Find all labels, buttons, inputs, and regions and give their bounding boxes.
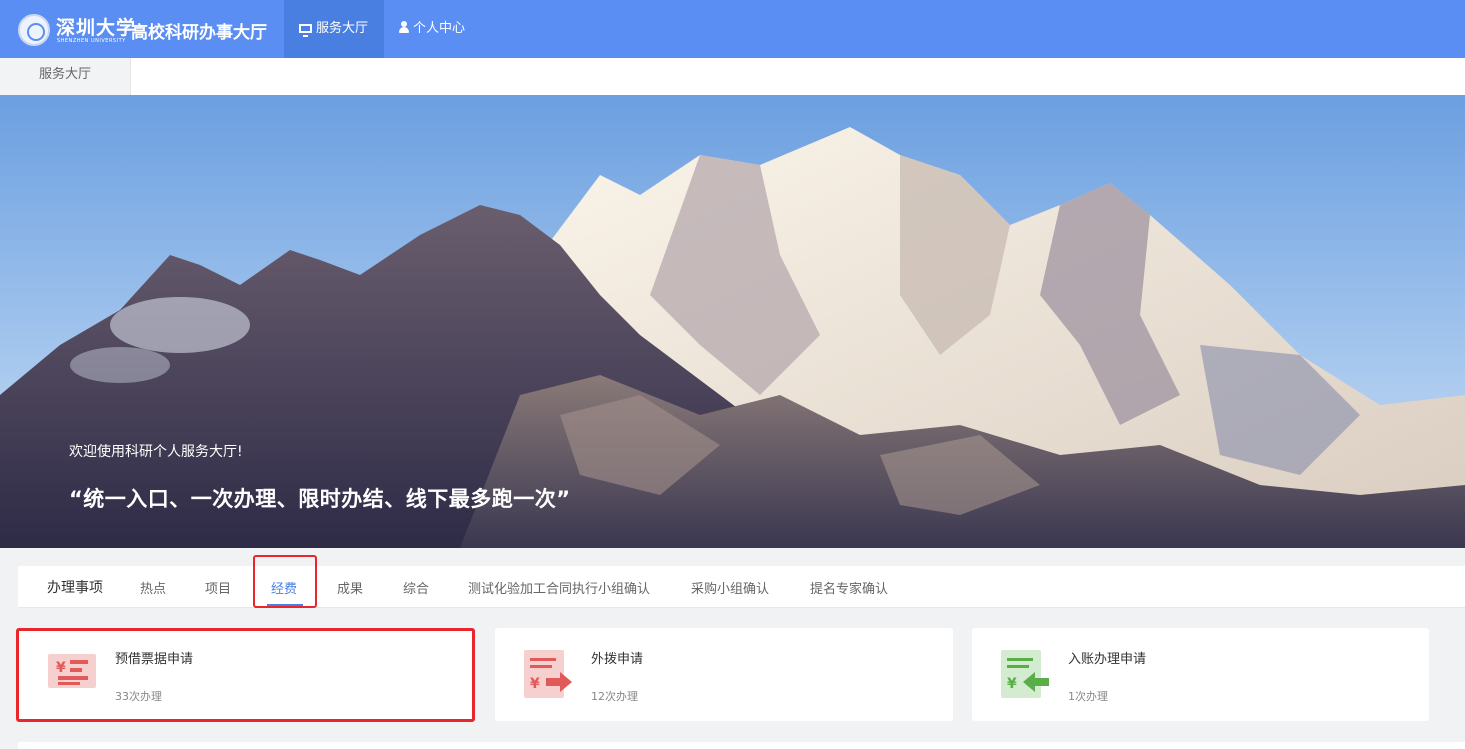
university-logo-icon: [18, 14, 50, 46]
category-tab-procurement[interactable]: 采购小组确认: [691, 578, 769, 597]
welcome-text: 欢迎使用科研个人服务大厅!: [69, 444, 243, 460]
school-name-en: SHENZHEN UNIVERSITY: [57, 38, 126, 44]
category-tab-project[interactable]: 项目: [205, 578, 231, 597]
mountain-banner-image: [0, 95, 1465, 548]
category-tab-expert-nomination[interactable]: 提名专家确认: [810, 578, 888, 597]
monitor-icon: [299, 24, 312, 37]
svg-text:¥: ¥: [1007, 676, 1017, 692]
card-count: 1次办理: [1068, 690, 1108, 703]
service-card-transfer-out[interactable]: ¥ 外拨申请 12次办理: [495, 628, 953, 721]
category-tab-hot[interactable]: 热点: [140, 578, 166, 597]
user-icon: [399, 21, 409, 33]
card-title: 外拨申请: [591, 652, 644, 667]
deposit-in-icon: ¥: [1001, 650, 1049, 698]
service-card-deposit-in[interactable]: ¥ 入账办理申请 1次办理: [972, 628, 1429, 721]
card-title: 入账办理申请: [1068, 652, 1147, 667]
tab-service-hall[interactable]: 服务大厅: [0, 58, 131, 95]
category-tab-testing-contract[interactable]: 测试化验加工合同执行小组确认: [468, 578, 650, 597]
site-title[interactable]: 高校科研办事大厅: [131, 18, 267, 43]
page-tab-bar: [0, 58, 1465, 95]
category-tab-general[interactable]: 综合: [403, 578, 429, 597]
highlight-box-receipt-card: [16, 628, 475, 722]
nav-personal-center-label: 个人中心: [413, 21, 466, 36]
highlight-box-funding-tab: [253, 555, 317, 608]
nav-personal-center[interactable]: 个人中心: [384, 0, 480, 58]
category-tab-achievement[interactable]: 成果: [337, 578, 363, 597]
svg-text:¥: ¥: [530, 676, 540, 692]
school-name: 深圳大学: [56, 17, 137, 39]
category-title: 办理事项: [47, 580, 103, 596]
next-row-card-edge: [18, 742, 1465, 749]
nav-service-hall[interactable]: 服务大厅: [284, 0, 384, 58]
transfer-out-icon: ¥: [524, 650, 572, 698]
nav-service-hall-label: 服务大厅: [316, 21, 369, 36]
mountain-banner: [0, 95, 1465, 548]
slogan-text: “统一入口、一次办理、限时办结、线下最多跑一次”: [69, 487, 571, 511]
card-count: 12次办理: [591, 690, 638, 703]
